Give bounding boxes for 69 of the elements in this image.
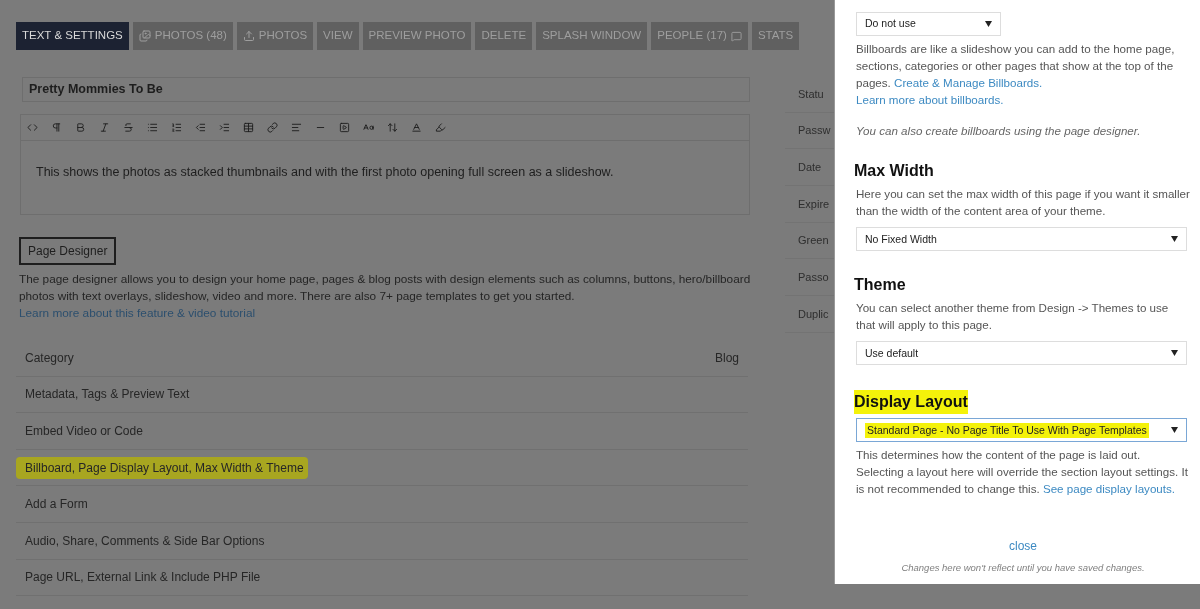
category-value: Blog	[714, 349, 739, 367]
settings-section-link[interactable]: Audio, Share, Comments & Side Bar Options	[16, 529, 269, 552]
billboard-description: Billboards are like a slideshow you can add to the home page, sections, categories or other pages that show at the top of the pages. Create & Manage Billboards. Learn more about billboards.	[856, 41, 1176, 108]
tab[interactable]: DELETE	[475, 22, 533, 50]
indent-icon[interactable]	[219, 122, 230, 133]
max-width-select[interactable]: No Fixed Width	[856, 227, 1187, 252]
dropdown-caret-icon	[1171, 427, 1178, 434]
tab[interactable]: TEXT & SETTINGS	[16, 22, 129, 50]
save-note: Changes here won't reflect until you have saved changes.	[901, 561, 1145, 576]
setting-label: Statu	[797, 86, 824, 102]
theme-select[interactable]: Use default	[856, 341, 1187, 366]
image-icon	[138, 30, 151, 42]
settings-section-link[interactable]: Billboard, Page Display Layout, Max Width & Theme	[16, 456, 308, 479]
table-icon[interactable]	[243, 122, 254, 133]
setting-label: Duplic	[797, 306, 829, 322]
upload-icon	[242, 30, 255, 42]
section-heading: Theme	[854, 275, 907, 296]
setting-label: Date	[797, 159, 822, 175]
dropdown-caret-icon	[1171, 350, 1178, 357]
page-designer-button[interactable]: Page Designer	[19, 237, 117, 265]
settings-section-link[interactable]: Category	[16, 346, 78, 369]
settings-section-link[interactable]: Metadata, Tags & Preview Text	[16, 383, 194, 406]
dropdown-caret-icon	[985, 21, 992, 27]
numbered-list-icon[interactable]	[171, 122, 182, 133]
billboard-select[interactable]: Do not use	[856, 12, 1001, 36]
display-layout-description: This determines how the content of the page is laid out. Selecting a layout here will override the section layout settings. It is not recommended to change this. See page display layouts.	[856, 447, 1189, 498]
setting-label: Green	[797, 233, 829, 249]
billboard-note: You can also create billboards using the page designer.	[856, 123, 1142, 139]
setting-label: Expire	[797, 196, 830, 212]
tab[interactable]: PREVIEW PHOTO	[362, 22, 472, 50]
settings-section-link[interactable]: Page URL, External Link & Include PHP File	[16, 566, 265, 589]
close-link[interactable]: close	[1009, 537, 1037, 556]
setting-label: Passo	[797, 270, 829, 286]
billboard-link[interactable]: Create & Manage Billboards.	[894, 76, 1043, 89]
tab[interactable]: PHOTOS	[236, 22, 314, 50]
title-field[interactable]: Pretty Mommies To Be	[22, 77, 750, 102]
outdent-icon[interactable]	[195, 122, 206, 133]
align-left-icon[interactable]	[291, 122, 302, 133]
theme-description: You can select another theme from Design -> Themes to use that will apply to this page.	[856, 300, 1170, 334]
bullet-list-icon[interactable]	[147, 122, 158, 133]
link-icon[interactable]	[267, 122, 278, 133]
tab[interactable]: PHOTOS (48)	[132, 22, 233, 50]
settings-section-link[interactable]: Add a Form	[16, 493, 92, 516]
highlight-icon[interactable]	[435, 122, 446, 133]
tab[interactable]: STATS	[751, 22, 800, 50]
learn-more-link[interactable]: Learn more about this feature & video tutorial	[19, 306, 256, 320]
chat-icon	[730, 30, 742, 42]
font-color-icon[interactable]	[411, 122, 422, 133]
font-case-icon[interactable]	[363, 122, 374, 133]
page-designer-description: The page designer allows you to design your home page, pages & blog posts with design elements such as columns, buttons, hero/billboard photos with text overlays, slideshow, video and more. There are also 7+ page templates to get you started. Learn more about this feature & video tutorial	[19, 271, 752, 322]
page-layouts-link[interactable]: See page display layouts.	[1042, 482, 1176, 496]
font-size-icon[interactable]	[387, 122, 398, 133]
section-heading: Max Width	[854, 161, 935, 182]
dropdown-caret-icon	[1171, 236, 1178, 243]
code-icon[interactable]	[27, 122, 38, 133]
bold-icon[interactable]	[75, 122, 86, 133]
setting-label: Passw	[797, 123, 831, 139]
tab[interactable]: VIEW	[317, 22, 359, 50]
strikethrough-icon[interactable]	[123, 122, 134, 133]
max-width-description: Here you can set the max width of this page if you want it smaller than the width of the content area of your theme.	[856, 186, 1190, 220]
paragraph-icon[interactable]	[51, 122, 62, 133]
tab[interactable]: PEOPLE (17)	[651, 22, 748, 50]
billboard-link[interactable]: Learn more about billboards.	[856, 93, 1004, 106]
italic-icon[interactable]	[99, 122, 110, 133]
settings-section-link[interactable]: Embed Video or Code	[16, 420, 147, 442]
tab[interactable]: SPLASH WINDOW	[536, 22, 648, 50]
display-layout-select[interactable]: Standard Page - No Page Title To Use With Page Templates	[856, 418, 1187, 443]
section-heading: Display Layout	[854, 390, 968, 415]
video-icon[interactable]	[339, 122, 350, 133]
